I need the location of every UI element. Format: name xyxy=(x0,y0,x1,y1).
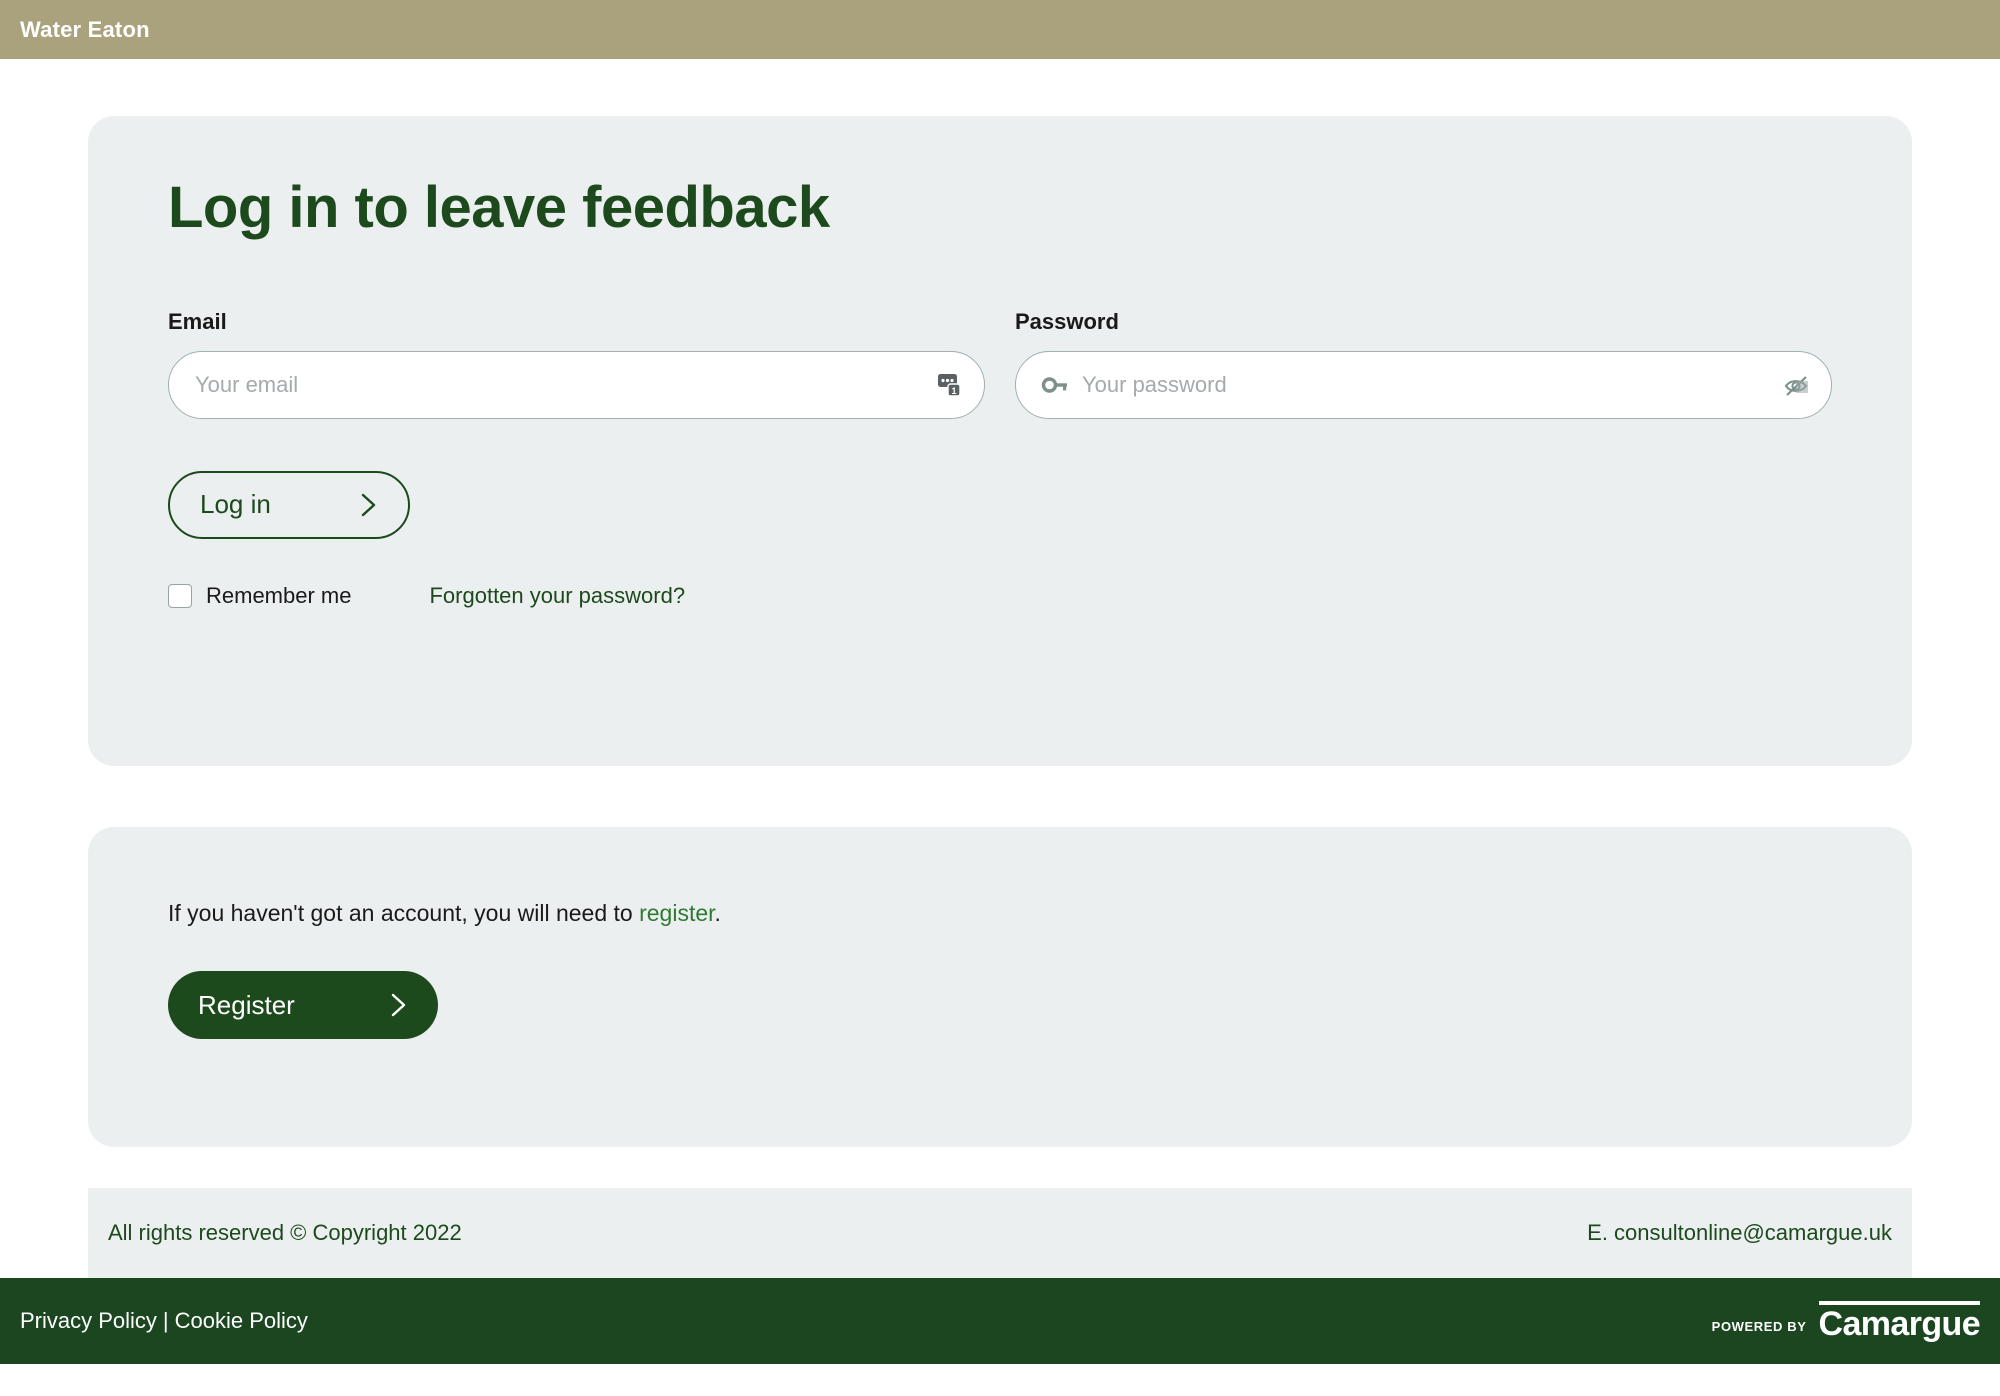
remember-me-label: Remember me xyxy=(206,582,352,608)
remember-me-checkbox[interactable] xyxy=(168,583,192,608)
cookie-policy-link[interactable]: Cookie Policy xyxy=(175,1308,308,1333)
camargue-logo: Camargue xyxy=(1818,1301,1981,1343)
contact-email-text: E. consultonline@camargue.uk xyxy=(1587,1220,1892,1245)
login-fields: Email 1 xyxy=(168,309,1832,419)
login-card: Log in to leave feedback Email 1 xyxy=(88,116,1912,766)
legal-links: Privacy Policy | Cookie Policy xyxy=(20,1308,308,1334)
login-button[interactable]: Log in xyxy=(168,470,410,539)
register-card: If you haven't got an account, you will … xyxy=(88,827,1912,1147)
email-label: Email xyxy=(168,308,227,334)
site-header: Water Eaton xyxy=(0,0,2000,59)
chevron-right-icon xyxy=(388,990,410,1020)
legal-separator: | xyxy=(162,1308,169,1333)
register-button-label: Register xyxy=(198,989,295,1020)
password-field-group: Password xyxy=(1015,309,1832,419)
site-title: Water Eaton xyxy=(20,16,150,42)
footer-info-bar: All rights reserved © Copyright 2022 E. … xyxy=(88,1188,1912,1278)
password-label: Password xyxy=(1015,308,1119,334)
email-field-group: Email 1 xyxy=(168,309,985,419)
chevron-right-icon xyxy=(358,490,380,520)
copyright-text: All rights reserved © Copyright 2022 xyxy=(108,1220,462,1245)
register-copy: If you haven't got an account, you will … xyxy=(168,897,1832,929)
register-inline-link[interactable]: register xyxy=(639,900,714,926)
page-body: Log in to leave feedback Email 1 xyxy=(0,116,2000,1278)
eye-hidden-icon[interactable] xyxy=(1782,370,1812,400)
footer-legal-bar: Privacy Policy | Cookie Policy POWERED BY … xyxy=(0,1278,2000,1364)
login-button-label: Log in xyxy=(200,489,271,520)
register-copy-after: . xyxy=(714,900,721,926)
page-title: Log in to leave feedback xyxy=(168,175,830,240)
camargue-wordmark: Camargue xyxy=(1818,1305,1981,1343)
password-input[interactable] xyxy=(1015,350,1832,419)
powered-by-label: POWERED BY xyxy=(1711,1319,1807,1334)
register-copy-before: If you haven't got an account, you will … xyxy=(168,900,640,926)
password-input-wrap xyxy=(1015,350,1832,419)
forgot-password-link[interactable]: Forgotten your password? xyxy=(429,583,685,609)
privacy-policy-link[interactable]: Privacy Policy xyxy=(20,1308,157,1333)
email-input[interactable] xyxy=(168,350,985,419)
remember-row: Remember me Forgotten your password? xyxy=(168,583,1832,609)
powered-by-camargue: POWERED BY Camargue xyxy=(1711,1301,1981,1343)
email-input-wrap: 1 xyxy=(168,350,985,419)
register-button[interactable]: Register xyxy=(168,971,438,1040)
